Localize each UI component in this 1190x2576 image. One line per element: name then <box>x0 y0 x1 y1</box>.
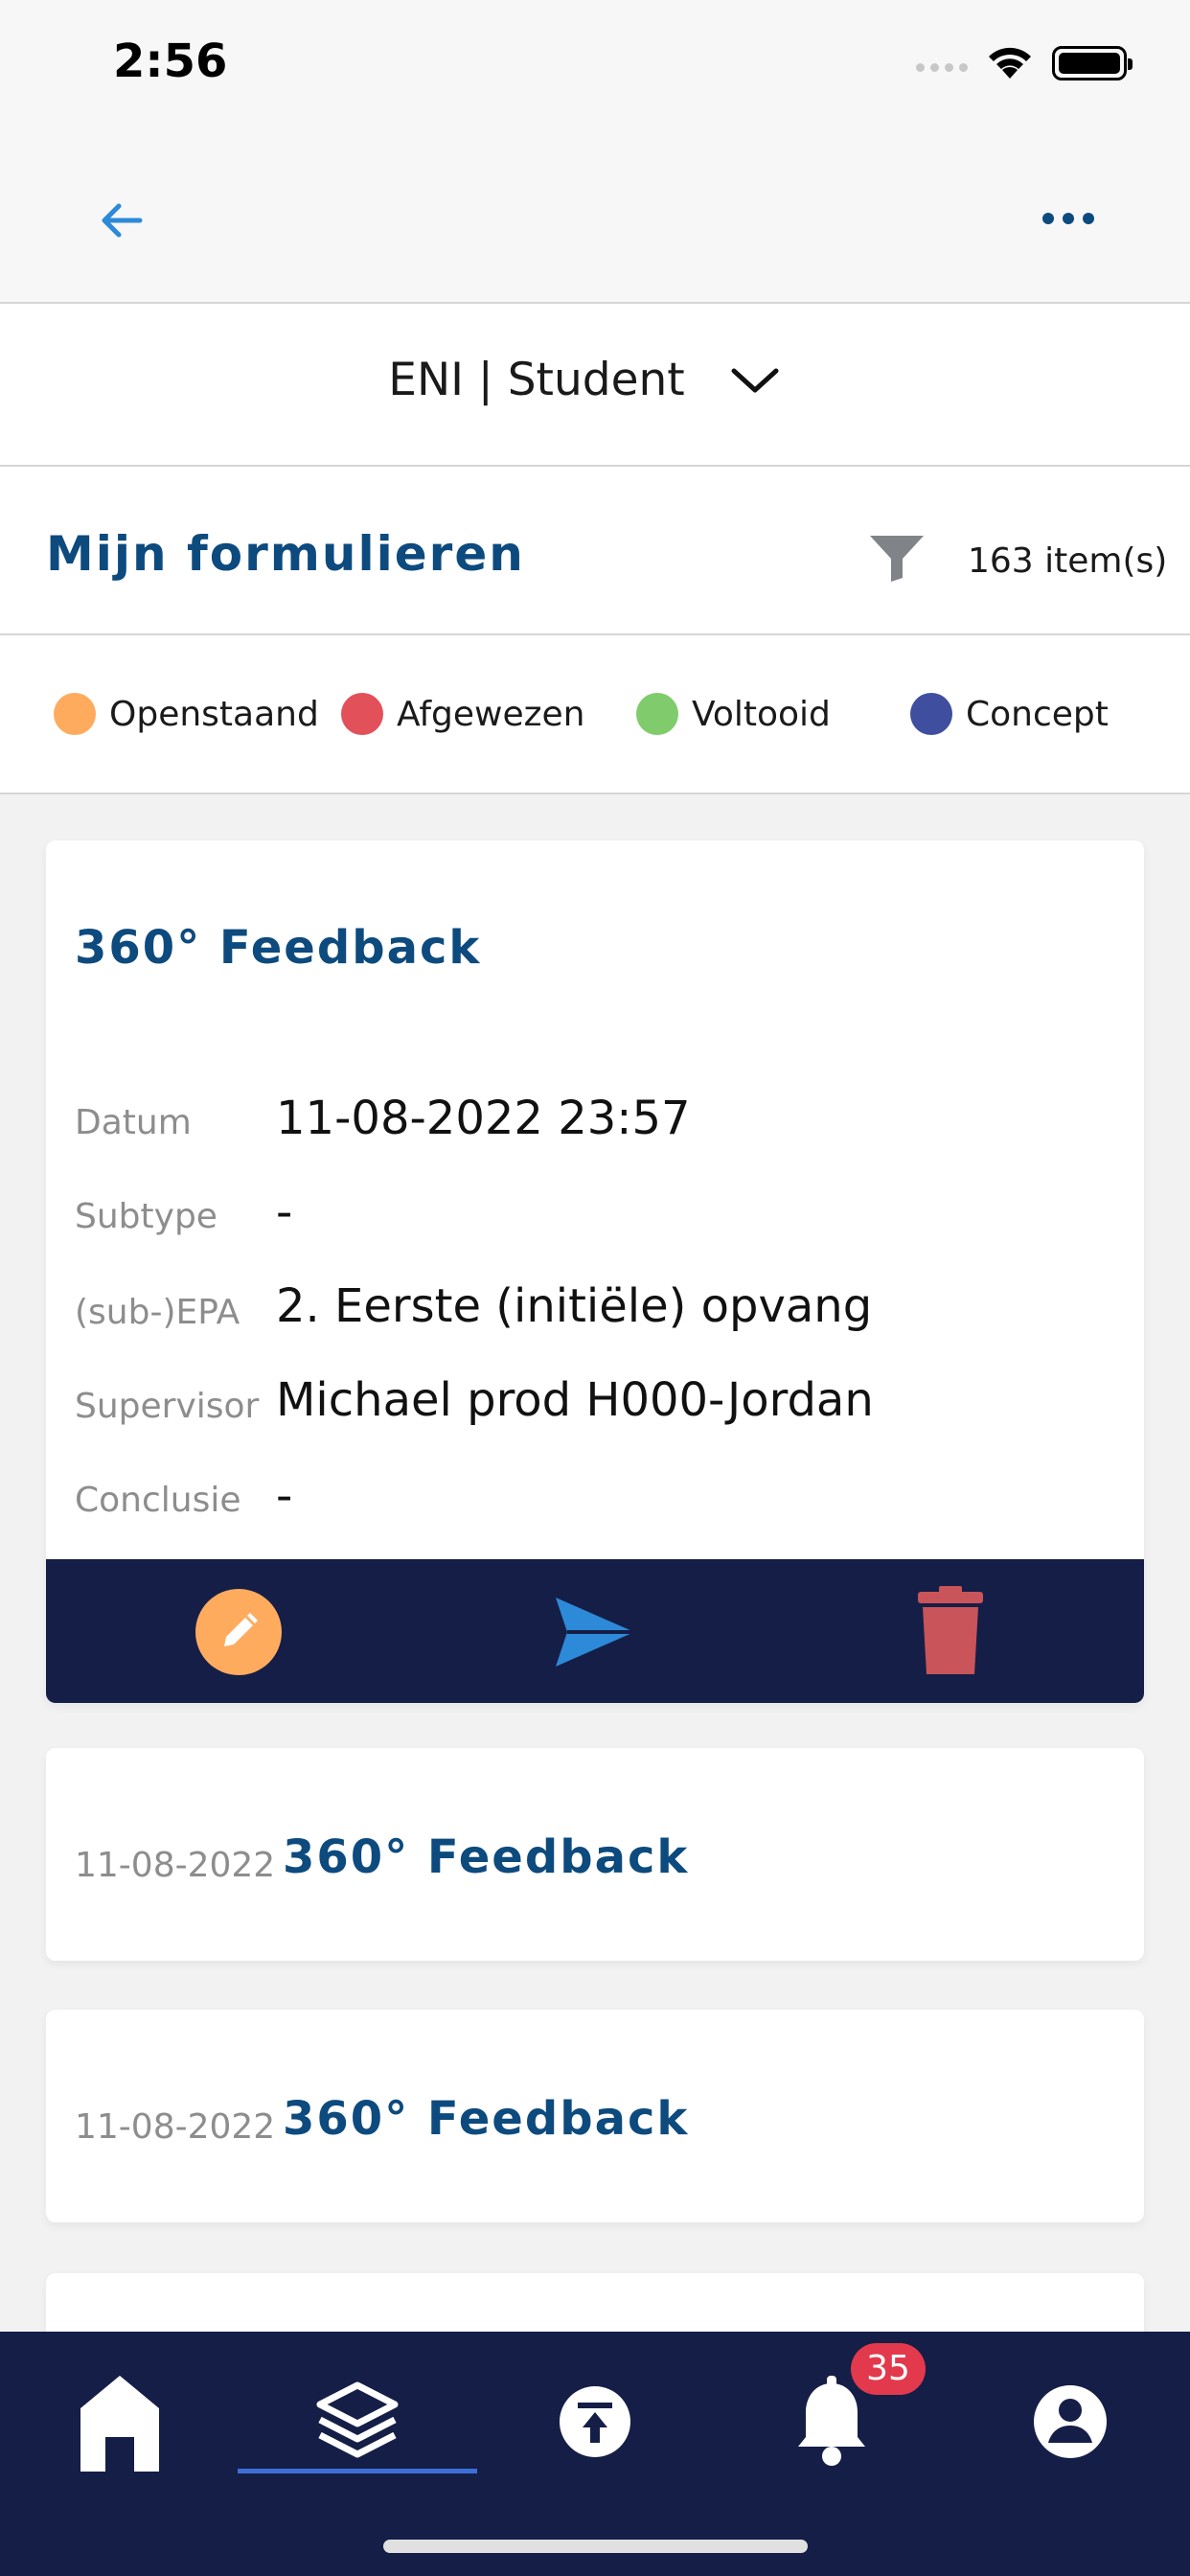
supervisor-label: Supervisor <box>75 1387 260 1426</box>
list-item-title: 360° Feedback <box>283 1830 690 1884</box>
home-icon[interactable] <box>57 2357 182 2481</box>
legend-item-afgewezen: Afgewezen <box>341 693 584 735</box>
chevron-down-icon <box>731 368 779 393</box>
legend-item-concept: Concept <box>910 693 1109 735</box>
supervisor-value: Michael prod H000-Jordan <box>276 1373 874 1427</box>
layers-icon[interactable] <box>295 2357 420 2481</box>
status-time: 2:56 <box>113 34 228 88</box>
legend-label: Afgewezen <box>397 694 585 734</box>
forms-header: Mijn formulieren 163 item(s) <box>0 467 1190 635</box>
list-item-date: 11-08-2022 <box>75 1846 276 1885</box>
list-item-date: 11-08-2022 <box>75 2107 276 2147</box>
profile-icon[interactable] <box>1008 2357 1133 2481</box>
list-item-title: 360° Feedback <box>283 2092 690 2146</box>
send-button[interactable] <box>554 1596 636 1668</box>
ellipsis-icon[interactable] <box>1035 199 1102 238</box>
legend-label: Openstaand <box>109 694 319 734</box>
conclusion-value: - <box>276 1469 293 1523</box>
form-card-expanded[interactable]: 360° Feedback Datum 11-08-2022 23:57 Sub… <box>46 840 1144 1703</box>
form-title: 360° Feedback <box>75 921 482 975</box>
edit-button[interactable] <box>195 1588 283 1676</box>
subtype-label: Subtype <box>75 1197 217 1236</box>
home-indicator <box>383 2540 808 2553</box>
role-selector[interactable]: ENI | Student <box>0 304 1190 467</box>
item-count: 163 item(s) <box>968 541 1168 581</box>
green-dot-icon <box>636 693 678 735</box>
card-actions <box>46 1559 1144 1703</box>
red-dot-icon <box>341 693 383 735</box>
cellular-signal-icon <box>916 63 968 72</box>
status-legend: Openstaand Afgewezen Voltooid Concept <box>0 635 1190 794</box>
date-value: 11-08-2022 23:57 <box>276 1092 691 1145</box>
legend-item-voltooid: Voltooid <box>636 693 831 735</box>
page-title: Mijn formulieren <box>46 526 525 582</box>
role-selector-label: ENI | Student <box>388 354 685 406</box>
legend-label: Voltooid <box>692 694 831 734</box>
orange-dot-icon <box>54 693 96 735</box>
conclusion-label: Conclusie <box>75 1481 241 1520</box>
date-label: Datum <box>75 1103 192 1142</box>
subtype-value: - <box>276 1185 293 1239</box>
blue-dot-icon <box>910 693 952 735</box>
filter-icon[interactable] <box>868 534 926 584</box>
notification-badge: 35 <box>851 2343 926 2395</box>
list-item[interactable]: 11-08-2022 360° Feedback <box>46 1748 1144 1961</box>
battery-icon <box>1052 46 1133 80</box>
active-tab-indicator <box>238 2469 477 2473</box>
legend-label: Concept <box>966 694 1109 734</box>
arrow-left-icon[interactable] <box>92 190 153 251</box>
epa-value: 2. Eerste (initiële) opvang <box>276 1279 873 1333</box>
status-bar: 2:56 <box>0 0 1190 134</box>
wifi-icon <box>989 47 1031 79</box>
epa-label: (sub-)EPA <box>75 1293 240 1332</box>
navigation-bar <box>0 134 1190 304</box>
trash-icon[interactable] <box>916 1584 985 1676</box>
upload-icon[interactable] <box>533 2357 657 2481</box>
list-item[interactable]: 11-08-2022 360° Feedback <box>46 2010 1144 2222</box>
legend-item-openstaand: Openstaand <box>54 693 319 735</box>
